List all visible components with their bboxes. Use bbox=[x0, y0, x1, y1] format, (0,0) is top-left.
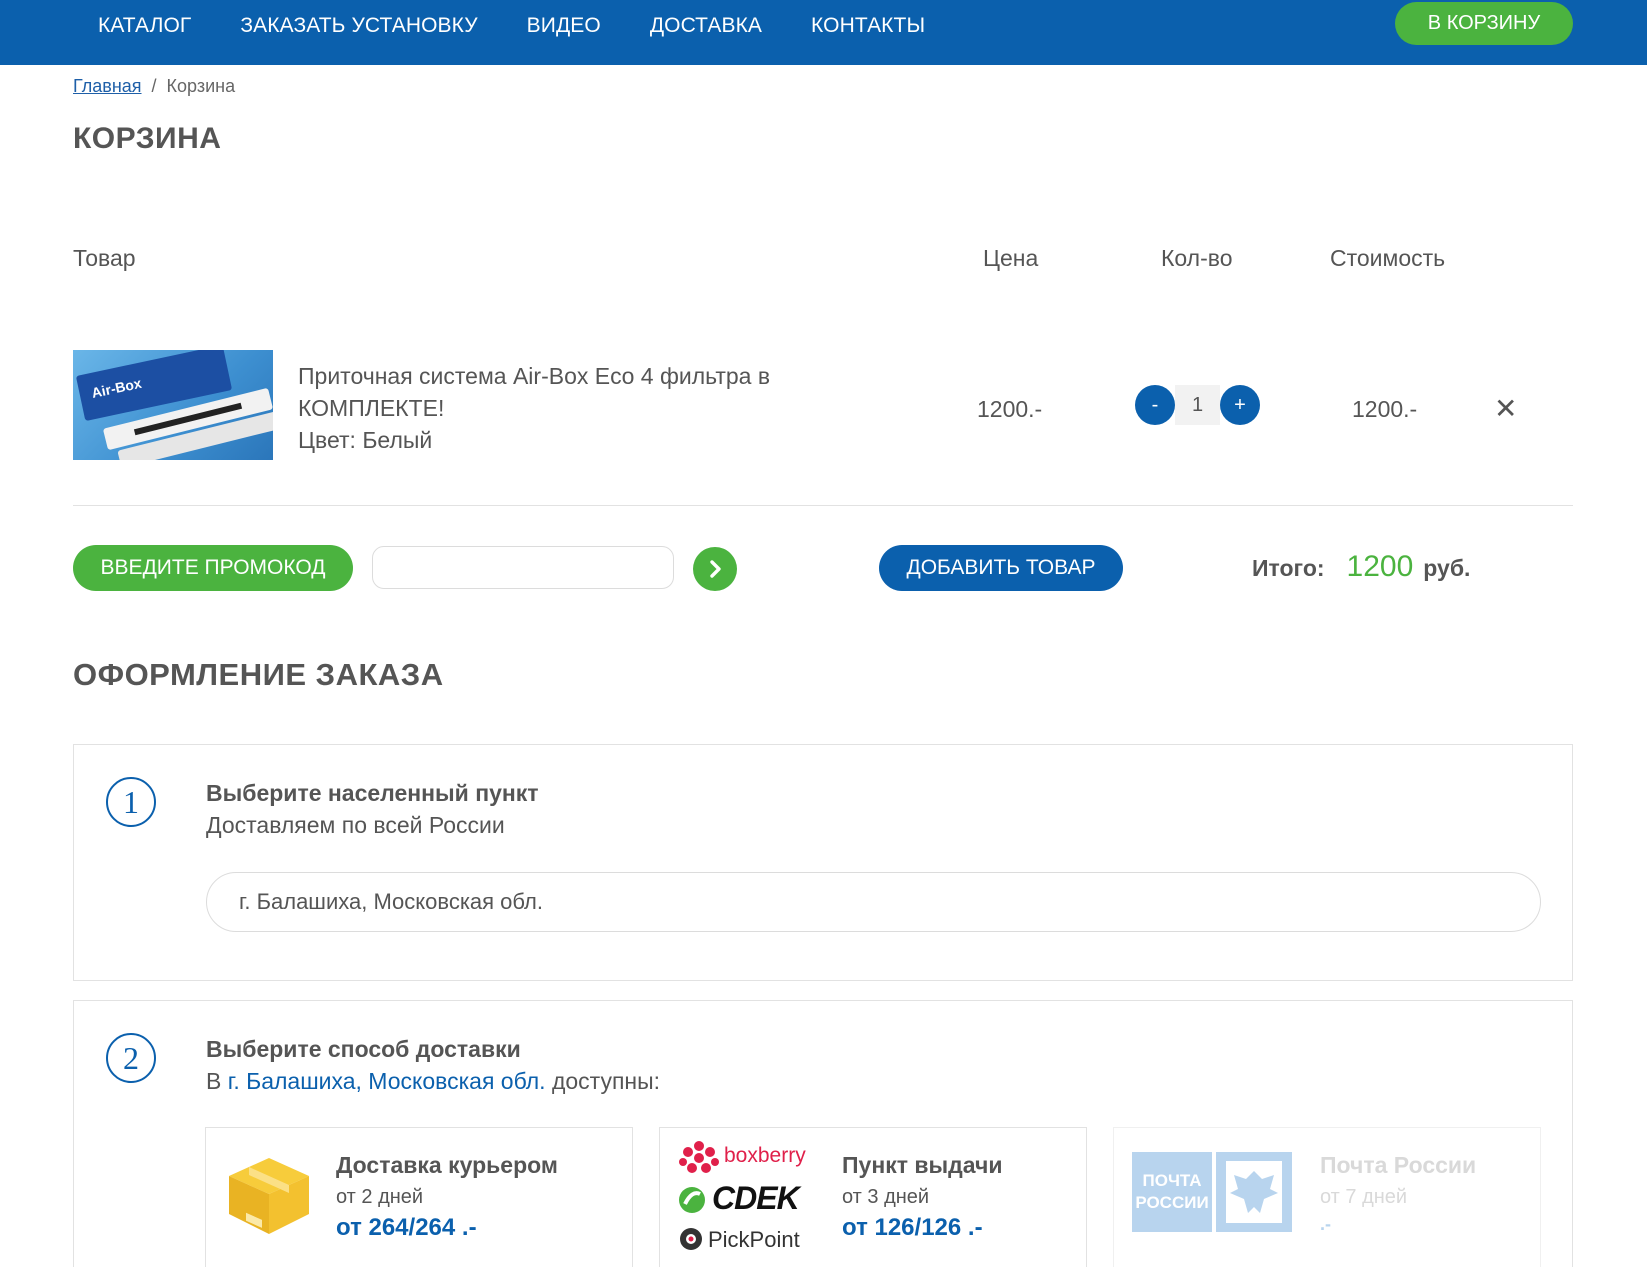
product-cost: 1200.- bbox=[1352, 396, 1418, 422]
courier-title: Доставка курьером bbox=[336, 1152, 558, 1178]
delivery-option-russian-post[interactable]: ПОЧТА РОССИИ Почта России от 7 дней .- bbox=[1113, 1127, 1541, 1267]
eagle-emblem-icon bbox=[1216, 1152, 1292, 1232]
russian-post-days: от 7 дней bbox=[1320, 1186, 1408, 1208]
add-product-button[interactable]: ДОБАВИТЬ ТОВАР bbox=[879, 545, 1123, 591]
product-box-label: Air-Box bbox=[90, 374, 143, 401]
product-image[interactable]: Air-Box bbox=[73, 350, 273, 460]
qty-increase-button[interactable]: + bbox=[1220, 385, 1260, 425]
russian-post-title: Почта России bbox=[1320, 1152, 1477, 1178]
delivery-option-courier[interactable]: Доставка курьером от 2 дней от 264/264 .… bbox=[205, 1127, 633, 1267]
product-name-line-1: Приточная система Air-Box Eco 4 фильтра … bbox=[298, 363, 771, 389]
city-input[interactable]: г. Балашиха, Московская обл. bbox=[206, 872, 1541, 932]
column-header-qty: Кол-во bbox=[1161, 245, 1233, 271]
cdek-logo: CDEK bbox=[678, 1180, 800, 1216]
step-2-city-link[interactable]: г. Балашиха, Московская обл. bbox=[228, 1068, 546, 1094]
qty-value[interactable]: 1 bbox=[1175, 385, 1220, 425]
product-price: 1200.- bbox=[977, 396, 1043, 422]
pickup-price: от 126/126 .- bbox=[842, 1214, 983, 1241]
qty-decrease-button[interactable]: - bbox=[1135, 385, 1175, 425]
nav-catalog[interactable]: КАТАЛОГ bbox=[98, 14, 191, 38]
step-2-heading: Выберите способ доставки bbox=[206, 1036, 521, 1062]
product-color: Цвет: Белый bbox=[298, 427, 433, 453]
step-2-prefix: В bbox=[206, 1068, 222, 1094]
step-2-subtext: В г. Балашиха, Московская обл. доступны: bbox=[206, 1068, 660, 1095]
checkout-title: ОФОРМЛЕНИЕ ЗАКАЗА bbox=[73, 657, 444, 692]
breadcrumb-separator: / bbox=[151, 76, 157, 96]
russian-post-price: .- bbox=[1320, 1214, 1331, 1234]
remove-item-icon[interactable]: ✕ bbox=[1494, 392, 1517, 425]
step-2-suffix: доступны: bbox=[551, 1068, 661, 1094]
pickpoint-icon bbox=[680, 1228, 702, 1250]
step-number-2: 2 bbox=[106, 1033, 156, 1083]
pickup-days: от 3 дней bbox=[842, 1186, 930, 1208]
boxberry-logo: boxberry bbox=[678, 1140, 806, 1176]
delivery-option-pickup[interactable]: boxberry CDEK PickPoint Пункт выдачи от … bbox=[659, 1127, 1087, 1267]
boxberry-text: boxberry bbox=[724, 1144, 806, 1167]
row-divider bbox=[73, 505, 1573, 506]
main-nav: КАТАЛОГ ЗАКАЗАТЬ УСТАНОВКУ ВИДЕО ДОСТАВК… bbox=[98, 0, 925, 52]
step-number-1: 1 bbox=[106, 777, 156, 827]
russian-post-logo: ПОЧТА РОССИИ bbox=[1132, 1152, 1212, 1232]
double-headed-eagle-icon bbox=[1226, 1161, 1282, 1223]
total-currency: руб. bbox=[1423, 555, 1471, 581]
promo-code-input[interactable] bbox=[372, 546, 674, 589]
pickpoint-logo: PickPoint bbox=[678, 1226, 800, 1252]
nav-contacts[interactable]: КОНТАКТЫ bbox=[811, 14, 925, 38]
promo-apply-button[interactable] bbox=[693, 547, 737, 591]
product-name[interactable]: Приточная система Air-Box Eco 4 фильтра … bbox=[298, 360, 818, 456]
cart-total: Итого: 1200 руб. bbox=[1252, 550, 1470, 584]
chevron-right-icon bbox=[710, 560, 721, 578]
to-cart-button[interactable]: В КОРЗИНУ bbox=[1395, 2, 1573, 45]
total-label: Итого: bbox=[1252, 555, 1325, 581]
cdek-icon bbox=[679, 1187, 705, 1213]
pickup-title: Пункт выдачи bbox=[842, 1152, 1003, 1178]
cdek-text: CDEK bbox=[712, 1180, 800, 1216]
breadcrumb-current: Корзина bbox=[166, 76, 236, 96]
nav-order-install[interactable]: ЗАКАЗАТЬ УСТАНОВКУ bbox=[240, 14, 477, 38]
step-city: 1 Выберите населенный пункт Доставляем п… bbox=[73, 744, 1573, 981]
total-value: 1200 bbox=[1346, 550, 1414, 583]
promo-code-button[interactable]: ВВЕДИТЕ ПРОМОКОД bbox=[73, 545, 353, 591]
box-icon bbox=[229, 1158, 309, 1234]
nav-delivery[interactable]: ДОСТАВКА bbox=[650, 14, 762, 38]
column-header-product: Товар bbox=[73, 245, 136, 271]
column-header-price: Цена bbox=[983, 245, 1039, 271]
breadcrumb-home[interactable]: Главная bbox=[73, 76, 142, 97]
page-title: КОРЗИНА bbox=[73, 122, 222, 155]
courier-price: от 264/264 .- bbox=[336, 1214, 477, 1241]
pickpoint-text: PickPoint bbox=[708, 1227, 800, 1252]
step-1-subtext: Доставляем по всей России bbox=[206, 812, 505, 838]
top-navbar: КАТАЛОГ ЗАКАЗАТЬ УСТАНОВКУ ВИДЕО ДОСТАВК… bbox=[0, 0, 1647, 65]
breadcrumb: Главная / Корзина bbox=[73, 76, 235, 97]
boxberry-icon bbox=[679, 1141, 719, 1173]
product-name-line-2: КОМПЛЕКТЕ! bbox=[298, 395, 445, 421]
nav-video[interactable]: ВИДЕО bbox=[527, 14, 601, 38]
courier-days: от 2 дней bbox=[336, 1186, 424, 1208]
russian-post-logo-text: ПОЧТА РОССИИ bbox=[1135, 1171, 1209, 1212]
column-header-cost: Стоимость bbox=[1330, 245, 1446, 271]
step-1-heading: Выберите населенный пункт bbox=[206, 780, 539, 806]
